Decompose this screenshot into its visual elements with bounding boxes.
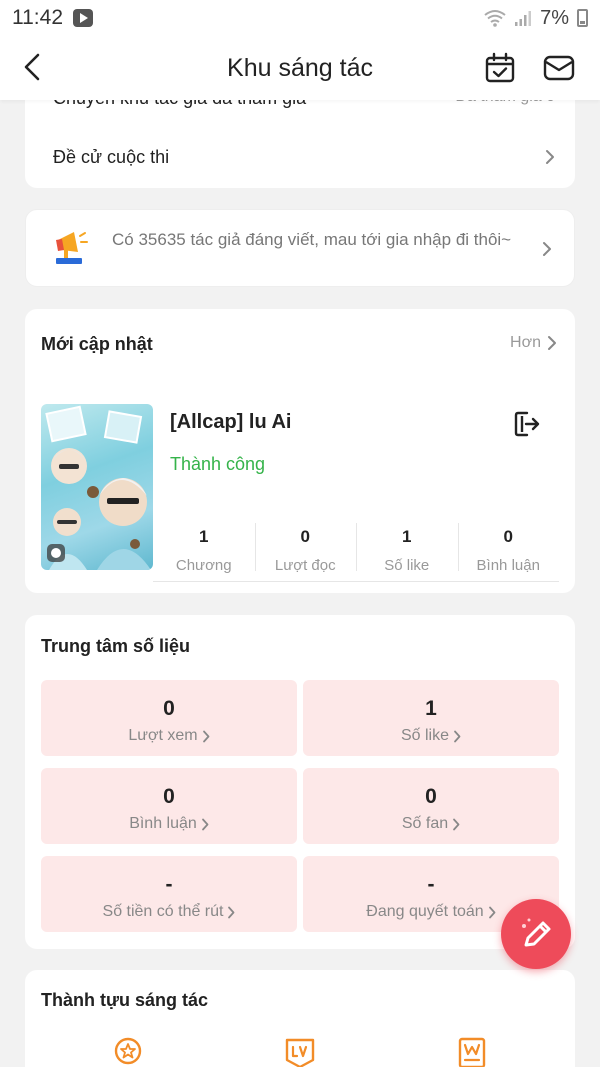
achievements-card: Thành tựu sáng tác [25,970,575,1067]
pencil-icon [522,918,551,947]
work-status: Thành công [170,454,266,474]
battery-percent: 7% [540,6,569,29]
signal-icon [515,11,532,26]
battery-icon [577,9,588,27]
contest-nomination-label: Đề cử cuộc thi [53,146,170,167]
stat-label: Lượt đọc [274,557,336,574]
tile-label-row: Lượt xem [41,727,297,745]
tile-label-row: Bình luận [41,815,297,833]
stat-likes: 1 Số like [356,523,458,574]
stat-comments: 0 Bình luận [457,523,560,574]
chevron-right-icon [228,906,235,918]
tile-label: Số fan [401,815,449,832]
recent-updates-title: Mới cập nhật [41,334,153,354]
fans-tile[interactable]: 0 Số fan [303,768,559,844]
divider [153,581,559,582]
chevron-right-icon [543,242,551,256]
status-time: 11:42 [12,6,63,29]
wifi-icon [484,10,506,27]
level-badge-icon[interactable] [283,1036,317,1067]
stat-label: Bình luận [476,557,540,574]
tile-label: Đang quyết toán [366,903,484,920]
write-fab-button[interactable] [501,899,571,969]
banner-message: Có 35635 tác giả đáng viết, mau tới gia … [112,230,512,249]
tile-label-row: Số tiền có thể rút [41,903,297,921]
more-label: Hơn [510,334,541,351]
work-title[interactable]: [Allcap] lu Ai [170,411,291,434]
chevron-right-icon [548,336,556,350]
views-tile[interactable]: 0 Lượt xem [41,680,297,756]
tile-value: 0 [425,785,437,808]
data-center-card: Trung tâm số liệu 0 Lượt xem 1 Số like 0… [25,615,575,949]
stat-reads: 0 Lượt đọc [254,523,357,574]
more-link[interactable]: Hơn [510,334,557,352]
writing-badge-icon[interactable] [455,1036,489,1067]
work-cover-image[interactable] [41,404,153,570]
calendar-check-icon[interactable] [484,52,516,84]
chevron-right-icon [201,818,209,830]
app-header: Khu sáng tác [0,36,600,100]
tile-value: 0 [163,785,175,808]
stat-label: Số like [384,557,430,574]
likes-tile[interactable]: 1 Số like [303,680,559,756]
chevron-right-icon [202,730,210,742]
tile-value: 1 [425,697,437,720]
tile-value: - [427,873,435,896]
tile-label: Bình luận [129,815,197,832]
comments-tile[interactable]: 0 Bình luận [41,768,297,844]
tile-label-row: Số like [303,727,559,745]
tile-label: Số tiền có thể rút [102,903,224,920]
tile-value: - [165,873,173,896]
achievements-title: Thành tựu sáng tác [41,990,209,1010]
author-invite-banner[interactable]: Có 35635 tác giả đáng viết, mau tới gia … [25,209,575,287]
stat-value: 0 [300,527,310,546]
data-center-title: Trung tâm số liệu [41,636,191,656]
mail-icon[interactable] [542,52,576,84]
megaphone-icon [56,232,88,264]
stat-value: 1 [199,527,209,546]
withdrawable-tile[interactable]: - Số tiền có thể rút [41,856,297,932]
work-stats: 1 Chương 0 Lượt đọc 1 Số like 0 Bình luậ… [153,523,560,574]
youtube-notification-icon [73,9,93,27]
recent-updates-card: Mới cập nhật Hơn [Allcap] lu Ai Thành cô… [25,309,575,593]
status-indicators: 7% [484,7,588,30]
tile-label: Lượt xem [128,727,198,744]
stat-value: 1 [402,527,412,546]
tile-value: 0 [163,697,175,720]
chevron-right-icon [453,818,460,830]
stat-label: Chương [175,557,232,574]
tile-label-row: Số fan [303,815,559,833]
exit-icon[interactable] [513,410,541,438]
status-bar: 11:42 7% [0,0,600,36]
chevron-right-icon [546,150,554,164]
tile-label: Số like [400,727,450,744]
chevron-right-icon [488,906,496,918]
medal-icon[interactable] [111,1036,145,1067]
stat-value: 0 [503,527,513,546]
stat-chapters: 1 Chương [153,523,255,574]
cover-artwork [45,405,151,570]
contest-nomination-row[interactable]: Đề cử cuộc thi [53,142,555,172]
chevron-right-icon [454,730,461,742]
